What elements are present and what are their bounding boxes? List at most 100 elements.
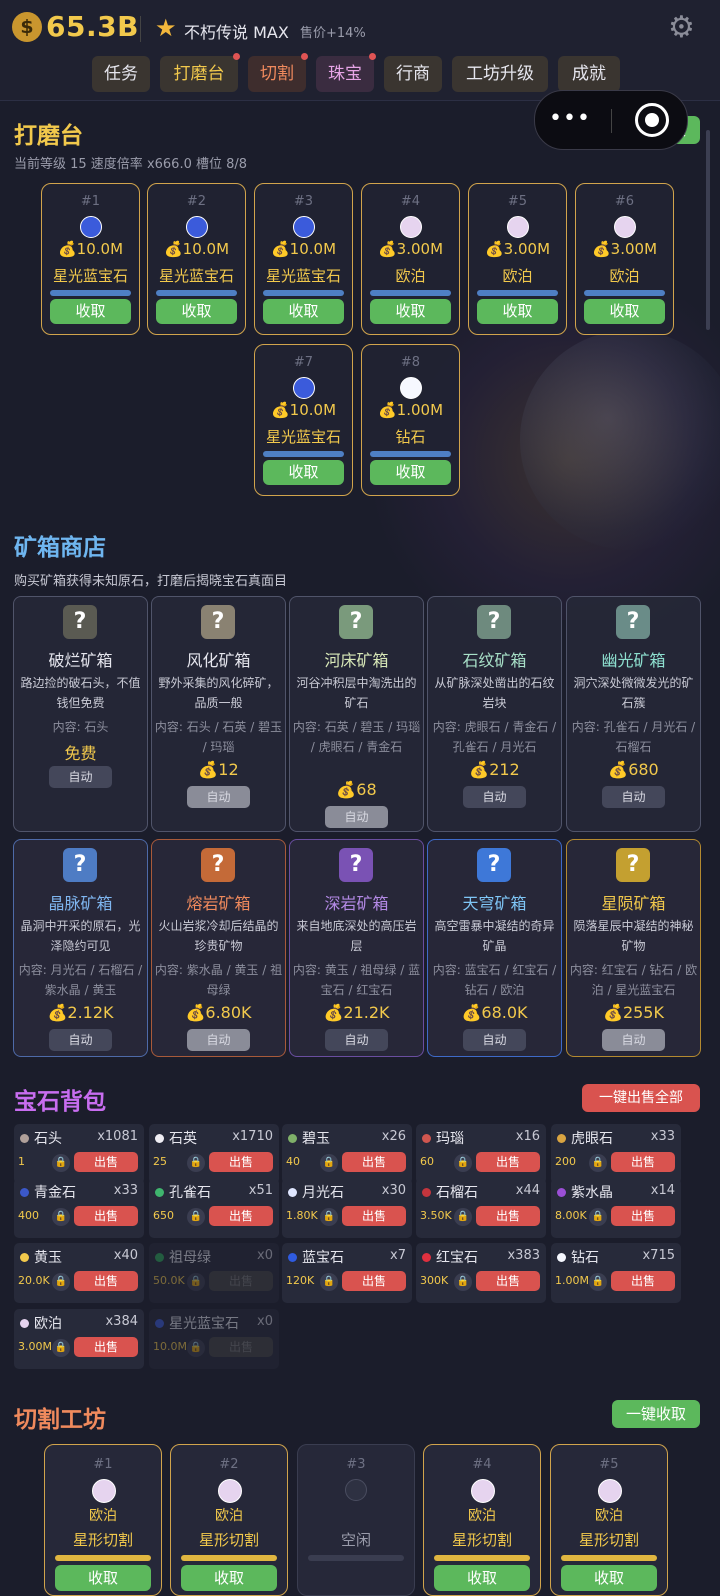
- tab-grind[interactable]: 打磨台: [160, 53, 240, 92]
- slot-number: #3: [293, 194, 314, 209]
- auto-buy-button[interactable]: 自动: [187, 1029, 250, 1051]
- collect-button[interactable]: 收取: [370, 460, 451, 485]
- money-bag-icon: 💰: [484, 240, 504, 258]
- sell-all-button[interactable]: 一键出售全部: [582, 1084, 700, 1112]
- gem-name: 欧泊: [609, 267, 640, 285]
- slot-number: #2: [186, 194, 207, 209]
- crate-card[interactable]: ? 河床矿箱 河谷冲积层中淘洗出的矿石 内容: 石英 / 碧玉 / 玛瑙 / 虎眼石 …: [289, 596, 424, 832]
- lock-icon[interactable]: 🔒: [320, 1273, 338, 1291]
- sell-button[interactable]: 出售: [74, 1206, 138, 1226]
- gem-count: x0: [257, 1248, 273, 1263]
- tab-trader[interactable]: 行商: [384, 56, 442, 92]
- sell-button: 出售: [209, 1337, 273, 1357]
- more-icon[interactable]: •••: [549, 107, 591, 131]
- lock-icon[interactable]: 🔒: [454, 1154, 472, 1172]
- collect-button[interactable]: 收取: [370, 299, 451, 324]
- sell-button[interactable]: 出售: [476, 1271, 540, 1291]
- auto-buy-button[interactable]: 自动: [187, 786, 250, 808]
- lock-icon[interactable]: 🔒: [52, 1208, 70, 1226]
- sell-button[interactable]: 出售: [74, 1152, 138, 1172]
- lock-icon[interactable]: 🔒: [589, 1208, 607, 1226]
- sell-button[interactable]: 出售: [209, 1152, 273, 1172]
- auto-buy-button[interactable]: 自动: [463, 786, 526, 808]
- rank-title: 不朽传说 MAX: [184, 23, 289, 42]
- grind-slot: #6 💰3.00M 欧泊 收取: [575, 183, 674, 335]
- cut-style: 星形切割: [198, 1531, 259, 1549]
- sell-button[interactable]: 出售: [74, 1271, 138, 1291]
- tab-tasks[interactable]: 任务: [92, 56, 150, 92]
- gem-bag-item: 钻石 x715 1.00M 🔒 出售: [551, 1243, 681, 1303]
- gem-value: 200: [555, 1155, 576, 1168]
- sell-button[interactable]: 出售: [611, 1271, 675, 1291]
- scrollbar[interactable]: [706, 130, 710, 330]
- lock-icon[interactable]: 🔒: [320, 1154, 338, 1172]
- star-icon: ★: [155, 14, 177, 42]
- crate-card[interactable]: ? 风化矿箱 野外采集的风化碎矿，品质一般 内容: 石头 / 石英 / 碧玉 / 玛瑙…: [151, 596, 286, 832]
- collect-button[interactable]: 收取: [181, 1565, 277, 1591]
- collect-button[interactable]: 收取: [561, 1565, 657, 1591]
- auto-buy-button[interactable]: 自动: [463, 1029, 526, 1051]
- progress-bar: [263, 451, 344, 457]
- lock-icon[interactable]: 🔒: [52, 1154, 70, 1172]
- crate-card[interactable]: ? 幽光矿箱 洞穴深处微微发光的矿石簇 内容: 孔雀石 / 月光石 / 石榴石 💰680…: [566, 596, 701, 832]
- collect-button[interactable]: 收取: [156, 299, 237, 324]
- collect-button[interactable]: 收取: [55, 1565, 151, 1591]
- collect-button[interactable]: 收取: [263, 299, 344, 324]
- crate-price-value: 68: [356, 780, 377, 799]
- tab-workshop-upgrade[interactable]: 工坊升级: [452, 56, 548, 92]
- gem-bag-item: 孔雀石 x51 650 🔒 出售: [149, 1178, 279, 1238]
- crate-card[interactable]: ? 破烂矿箱 路边捡的破石头，不值钱但免费 内容: 石头 免费 自动: [13, 596, 148, 832]
- lock-icon[interactable]: 🔒: [320, 1208, 338, 1226]
- sell-button[interactable]: 出售: [342, 1152, 406, 1172]
- sell-button[interactable]: 出售: [342, 1271, 406, 1291]
- tab-jewelry[interactable]: 珠宝: [316, 53, 376, 92]
- lock-icon[interactable]: 🔒: [454, 1273, 472, 1291]
- crate-card[interactable]: ? 天穹矿箱 高空雷暴中凝结的奇异矿晶 内容: 蓝宝石 / 红宝石 / 钻石 / 欧泊…: [427, 839, 562, 1057]
- auto-buy-button[interactable]: 自动: [602, 786, 665, 808]
- lock-icon[interactable]: 🔒: [187, 1154, 205, 1172]
- crate-card[interactable]: ? 星陨矿箱 陨落星辰中凝结的神秘矿物 内容: 红宝石 / 钻石 / 欧泊 / 星光蓝…: [566, 839, 701, 1057]
- cut-style: 星形切割: [72, 1531, 133, 1549]
- gem-value: 1: [18, 1155, 25, 1168]
- auto-buy-button[interactable]: 自动: [325, 1029, 388, 1051]
- auto-buy-button[interactable]: 自动: [49, 1029, 112, 1051]
- lock-icon[interactable]: 🔒: [589, 1154, 607, 1172]
- sell-button[interactable]: 出售: [342, 1206, 406, 1226]
- tab-cutting[interactable]: 切割: [248, 53, 308, 92]
- tab-achievements[interactable]: 成就: [558, 56, 620, 92]
- sell-button[interactable]: 出售: [476, 1152, 540, 1172]
- close-target-icon[interactable]: [635, 103, 669, 137]
- notification-dot: [301, 53, 308, 60]
- collect-button[interactable]: 收取: [477, 299, 558, 324]
- gear-icon[interactable]: ⚙: [668, 12, 695, 44]
- lock-icon[interactable]: 🔒: [187, 1208, 205, 1226]
- collect-button[interactable]: 收取: [50, 299, 131, 324]
- lock-icon[interactable]: 🔒: [454, 1208, 472, 1226]
- crate-card[interactable]: ? 晶脉矿箱 晶洞中开采的原石，光泽隐约可见 内容: 月光石 / 石榴石 / 紫水晶 …: [13, 839, 148, 1057]
- crate-name: 星陨矿箱: [601, 894, 666, 913]
- crate-card[interactable]: ? 熔岩矿箱 火山岩浆冷却后结晶的珍贵矿物 内容: 紫水晶 / 黄玉 / 祖母绿 💰6.…: [151, 839, 286, 1057]
- sell-button[interactable]: 出售: [74, 1337, 138, 1357]
- collect-button[interactable]: 收取: [263, 460, 344, 485]
- sell-button[interactable]: 出售: [611, 1152, 675, 1172]
- collect-button[interactable]: 收取: [434, 1565, 530, 1591]
- gem-name: 欧泊: [215, 1508, 243, 1524]
- auto-buy-button[interactable]: 自动: [325, 806, 388, 828]
- lock-icon[interactable]: 🔒: [187, 1339, 205, 1357]
- grind-slot: #2 💰10.0M 星光蓝宝石 收取: [147, 183, 246, 335]
- auto-buy-button[interactable]: 自动: [602, 1029, 665, 1051]
- sell-button[interactable]: 出售: [476, 1206, 540, 1226]
- collect-button[interactable]: 收取: [584, 299, 665, 324]
- lock-icon[interactable]: 🔒: [52, 1273, 70, 1291]
- gem-value: 8.00K: [555, 1209, 587, 1222]
- sell-button[interactable]: 出售: [611, 1206, 675, 1226]
- crate-card[interactable]: ? 石纹矿箱 从矿脉深处凿出的石纹岩块 内容: 虎眼石 / 青金石 / 孔雀石 / 月…: [427, 596, 562, 832]
- sell-button[interactable]: 出售: [209, 1206, 273, 1226]
- lock-icon[interactable]: 🔒: [187, 1273, 205, 1291]
- lock-icon[interactable]: 🔒: [52, 1339, 70, 1357]
- lock-icon[interactable]: 🔒: [589, 1273, 607, 1291]
- crate-card[interactable]: ? 深岩矿箱 来自地底深处的高压岩层 内容: 黄玉 / 祖母绿 / 蓝宝石 / 红宝石…: [289, 839, 424, 1057]
- auto-buy-button[interactable]: 自动: [49, 766, 112, 788]
- grind-slot: #7 💰10.0M 星光蓝宝石 收取: [254, 344, 353, 496]
- cutting-collect-all-button[interactable]: 一键收取: [612, 1400, 700, 1428]
